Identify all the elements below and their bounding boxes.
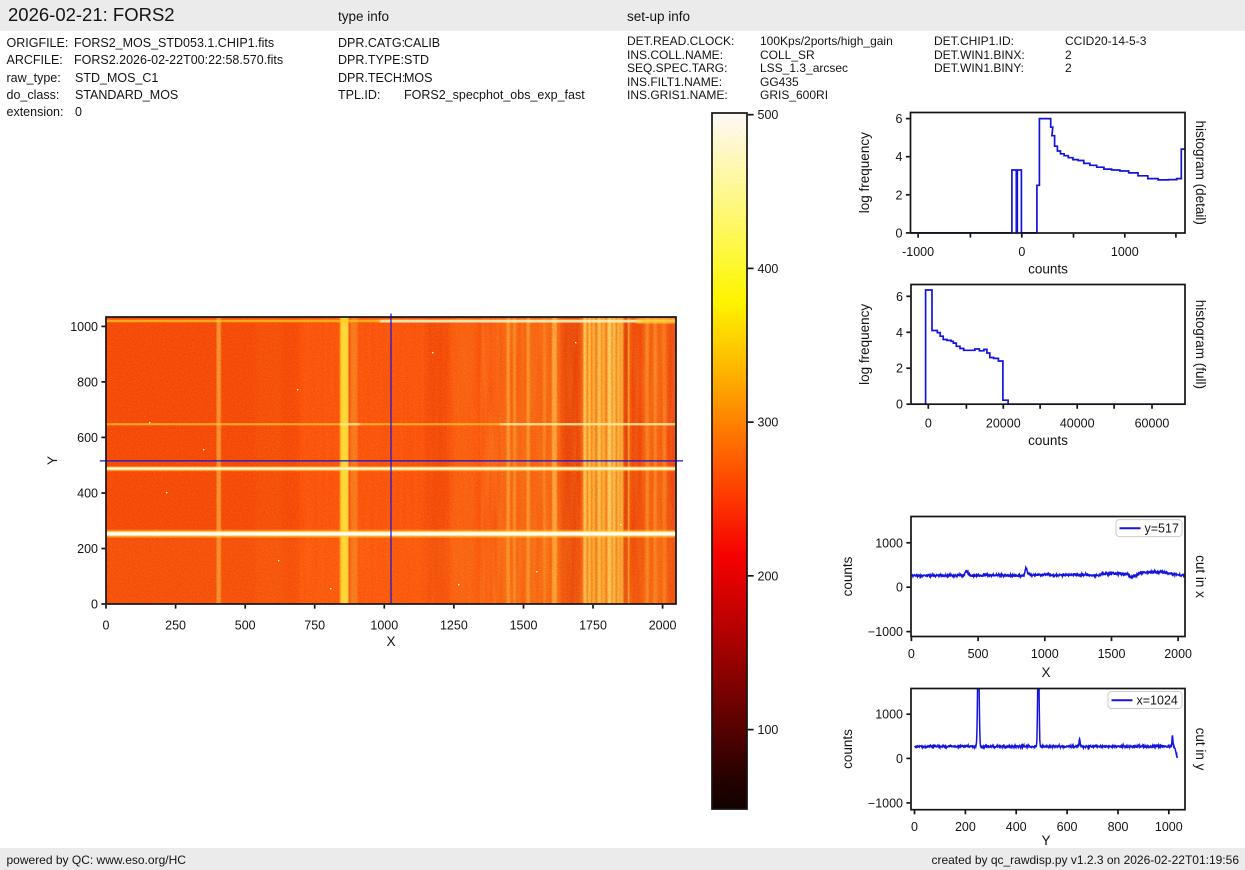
svg-text:histogram (full): histogram (full) <box>1193 300 1208 389</box>
svg-text:300: 300 <box>758 416 779 430</box>
svg-text:0: 0 <box>896 752 903 766</box>
svg-text:1750: 1750 <box>579 619 607 633</box>
svg-text:20000: 20000 <box>986 417 1021 431</box>
svg-text:counts: counts <box>1028 433 1068 448</box>
svg-text:cut in x: cut in x <box>1193 555 1208 598</box>
svg-text:100: 100 <box>758 723 779 737</box>
svg-text:0: 0 <box>896 398 903 412</box>
svg-text:−1000: −1000 <box>868 796 903 810</box>
svg-text:0: 0 <box>103 619 110 633</box>
svg-text:X: X <box>386 634 395 649</box>
svg-text:1000: 1000 <box>875 708 903 722</box>
svg-text:log frequency: log frequency <box>857 132 872 213</box>
svg-text:4: 4 <box>896 326 903 340</box>
svg-text:counts: counts <box>840 729 855 769</box>
svg-text:counts: counts <box>1028 262 1068 277</box>
svg-text:500: 500 <box>968 647 989 661</box>
svg-text:800: 800 <box>1108 820 1129 834</box>
svg-text:1500: 1500 <box>510 619 538 633</box>
svg-text:X: X <box>1041 665 1050 680</box>
svg-text:2000: 2000 <box>1164 647 1192 661</box>
svg-text:0: 0 <box>908 647 915 661</box>
svg-text:800: 800 <box>77 375 98 389</box>
svg-text:200: 200 <box>758 569 779 583</box>
svg-text:histogram (detail): histogram (detail) <box>1193 121 1208 225</box>
svg-text:1000: 1000 <box>370 619 398 633</box>
svg-text:1500: 1500 <box>1098 647 1126 661</box>
svg-text:2: 2 <box>896 362 903 376</box>
svg-text:60000: 60000 <box>1135 417 1170 431</box>
svg-text:600: 600 <box>77 431 98 445</box>
svg-text:500: 500 <box>235 619 256 633</box>
svg-text:2: 2 <box>896 188 903 202</box>
svg-text:x=1024: x=1024 <box>1137 694 1178 708</box>
svg-text:log frequency: log frequency <box>857 304 872 385</box>
svg-text:y=517: y=517 <box>1145 522 1179 536</box>
svg-text:400: 400 <box>1006 820 1027 834</box>
svg-text:−1000: −1000 <box>868 625 903 639</box>
svg-text:0: 0 <box>896 226 903 240</box>
svg-text:cut in y: cut in y <box>1193 728 1208 771</box>
svg-text:6: 6 <box>896 290 903 304</box>
svg-text:0: 0 <box>896 581 903 595</box>
svg-text:200: 200 <box>77 542 98 556</box>
svg-text:750: 750 <box>304 619 325 633</box>
svg-text:40000: 40000 <box>1060 417 1095 431</box>
svg-text:0: 0 <box>91 598 98 612</box>
svg-text:0: 0 <box>925 417 932 431</box>
svg-text:-1000: -1000 <box>902 245 934 259</box>
svg-text:2000: 2000 <box>649 619 677 633</box>
svg-text:1250: 1250 <box>440 619 468 633</box>
svg-text:Y: Y <box>45 456 60 465</box>
svg-text:0: 0 <box>911 820 918 834</box>
svg-text:1000: 1000 <box>1111 245 1139 259</box>
svg-text:Y: Y <box>1041 833 1050 848</box>
svg-text:200: 200 <box>955 820 976 834</box>
svg-text:1000: 1000 <box>1155 820 1183 834</box>
svg-text:1000: 1000 <box>70 320 98 334</box>
svg-text:250: 250 <box>165 619 186 633</box>
svg-text:400: 400 <box>77 487 98 501</box>
svg-text:1000: 1000 <box>1031 647 1059 661</box>
svg-text:600: 600 <box>1057 820 1078 834</box>
svg-text:500: 500 <box>758 108 779 122</box>
svg-text:counts: counts <box>840 556 855 596</box>
svg-text:4: 4 <box>896 150 903 164</box>
svg-text:400: 400 <box>758 262 779 276</box>
svg-text:1000: 1000 <box>875 536 903 550</box>
svg-text:0: 0 <box>1018 245 1025 259</box>
svg-text:6: 6 <box>896 112 903 126</box>
